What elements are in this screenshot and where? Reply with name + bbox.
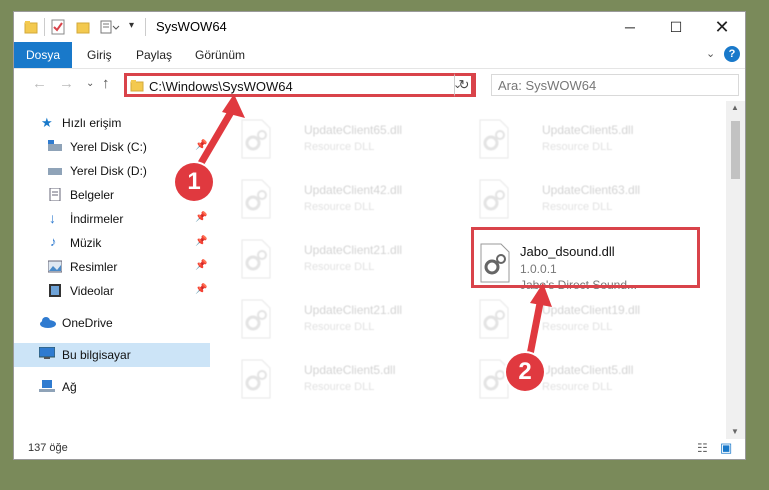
arrow-to-address xyxy=(193,105,238,172)
annotation-arrows xyxy=(193,94,552,366)
arrow-head-address xyxy=(222,94,245,118)
step-2-badge: 2 xyxy=(506,353,544,391)
arrow-head-file xyxy=(530,283,552,307)
step-1-badge: 1 xyxy=(175,163,213,201)
